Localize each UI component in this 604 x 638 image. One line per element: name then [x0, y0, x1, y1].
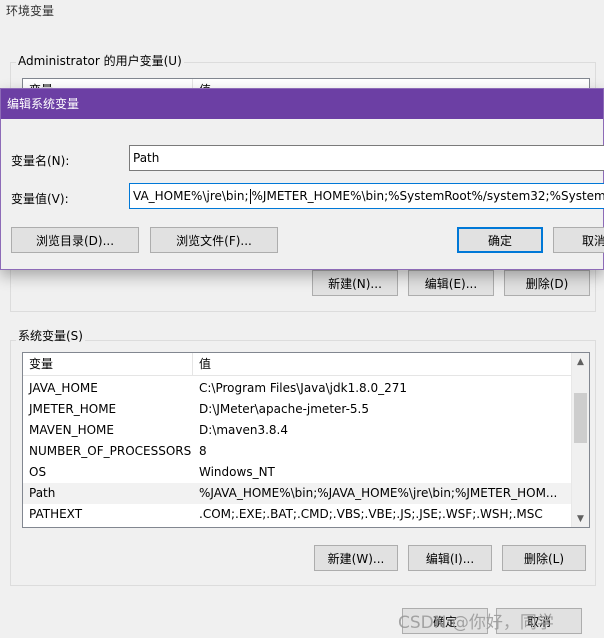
variable-name-cell: Path	[29, 486, 56, 500]
system-vars-header: 变量 值	[23, 353, 572, 376]
variable-value-cell: .COM;.EXE;.BAT;.CMD;.VBS;.VBE;.JS;.JSE;.…	[199, 507, 543, 521]
window-title: 环境变量	[6, 4, 55, 18]
variable-name-cell: JMETER_HOME	[29, 402, 117, 416]
text-caret	[249, 189, 251, 204]
system-vars-scrollbar[interactable]: ▲ ▼	[571, 353, 589, 527]
variable-name-label: 变量名(N):	[11, 154, 70, 168]
variable-value-cell: C:\Program Files\Java\jdk1.8.0_271	[199, 381, 408, 395]
browse-directory-button[interactable]: 浏览目录(D)...	[11, 227, 139, 253]
variable-value-cell: D:\JMeter\apache-jmeter-5.5	[199, 402, 369, 416]
variable-name-field[interactable]: Path	[129, 145, 604, 171]
system-col-value[interactable]: 值	[193, 353, 493, 375]
dialog-ok-button[interactable]: 确定	[457, 227, 543, 253]
variable-name-cell: PATHEXT	[29, 507, 83, 521]
user-new-button[interactable]: 新建(N)...	[312, 270, 398, 296]
scroll-thumb[interactable]	[574, 393, 587, 443]
dialog-cancel-button[interactable]: 取消	[553, 227, 604, 253]
system-vars-label: 系统变量(S)	[16, 327, 85, 344]
variable-name-cell: OS	[29, 465, 47, 479]
variable-value-cell: %JAVA_HOME%\bin;%JAVA_HOME%\jre\bin;%JME…	[199, 486, 558, 500]
scroll-down-icon[interactable]: ▼	[572, 510, 589, 527]
table-row[interactable]: JAVA_HOME C:\Program Files\Java\jdk1.8.0_…	[23, 378, 572, 399]
value-text-after-caret: %JMETER_HOME%\bin;%SystemRoot%/system32;…	[251, 189, 604, 203]
scroll-up-icon[interactable]: ▲	[572, 353, 589, 370]
browse-file-button[interactable]: 浏览文件(F)...	[150, 227, 278, 253]
system-edit-button[interactable]: 编辑(I)...	[408, 545, 492, 571]
system-delete-button[interactable]: 删除(L)	[502, 545, 586, 571]
dialog-title: 编辑系统变量	[1, 89, 603, 119]
table-row[interactable]: NUMBER_OF_PROCESSORS 8	[23, 441, 572, 462]
user-edit-button[interactable]: 编辑(E)...	[408, 270, 494, 296]
system-col-name[interactable]: 变量	[23, 353, 193, 375]
watermark: CSDN @你好，同学	[398, 613, 554, 633]
variable-value-cell: D:\maven3.8.4	[199, 423, 288, 437]
edit-variable-dialog: 编辑系统变量 变量名(N): Path 变量值(V): VA_HOME%\jre…	[0, 88, 604, 270]
variable-value-cell: Windows_NT	[199, 465, 275, 479]
variable-name-cell: NUMBER_OF_PROCESSORS	[29, 444, 192, 458]
table-row[interactable]: PATHEXT .COM;.EXE;.BAT;.CMD;.VBS;.VBE;.JS…	[23, 504, 572, 525]
value-text-before-caret: VA_HOME%\jre\bin;	[133, 189, 249, 203]
variable-name-cell: MAVEN_HOME	[29, 423, 114, 437]
variable-name-cell: JAVA_HOME	[29, 381, 98, 395]
user-delete-button[interactable]: 删除(D)	[504, 270, 590, 296]
user-vars-label: Administrator 的用户变量(U)	[16, 52, 184, 69]
table-row[interactable]: MAVEN_HOME D:\maven3.8.4	[23, 420, 572, 441]
system-vars-list[interactable]: 变量 值 JAVA_HOME C:\Program Files\Java\jdk1…	[22, 352, 590, 528]
variable-value-cell: 8	[199, 444, 207, 458]
table-row[interactable]: OS Windows_NT	[23, 462, 572, 483]
table-row[interactable]: Path %JAVA_HOME%\bin;%JAVA_HOME%\jre\bin;…	[23, 483, 572, 504]
variable-value-field[interactable]: VA_HOME%\jre\bin; %JMETER_HOME%\bin;%Syst…	[129, 183, 604, 209]
system-new-button[interactable]: 新建(W)...	[314, 545, 398, 571]
table-row[interactable]: JMETER_HOME D:\JMeter\apache-jmeter-5.5	[23, 399, 572, 420]
variable-value-label: 变量值(V):	[11, 192, 69, 206]
